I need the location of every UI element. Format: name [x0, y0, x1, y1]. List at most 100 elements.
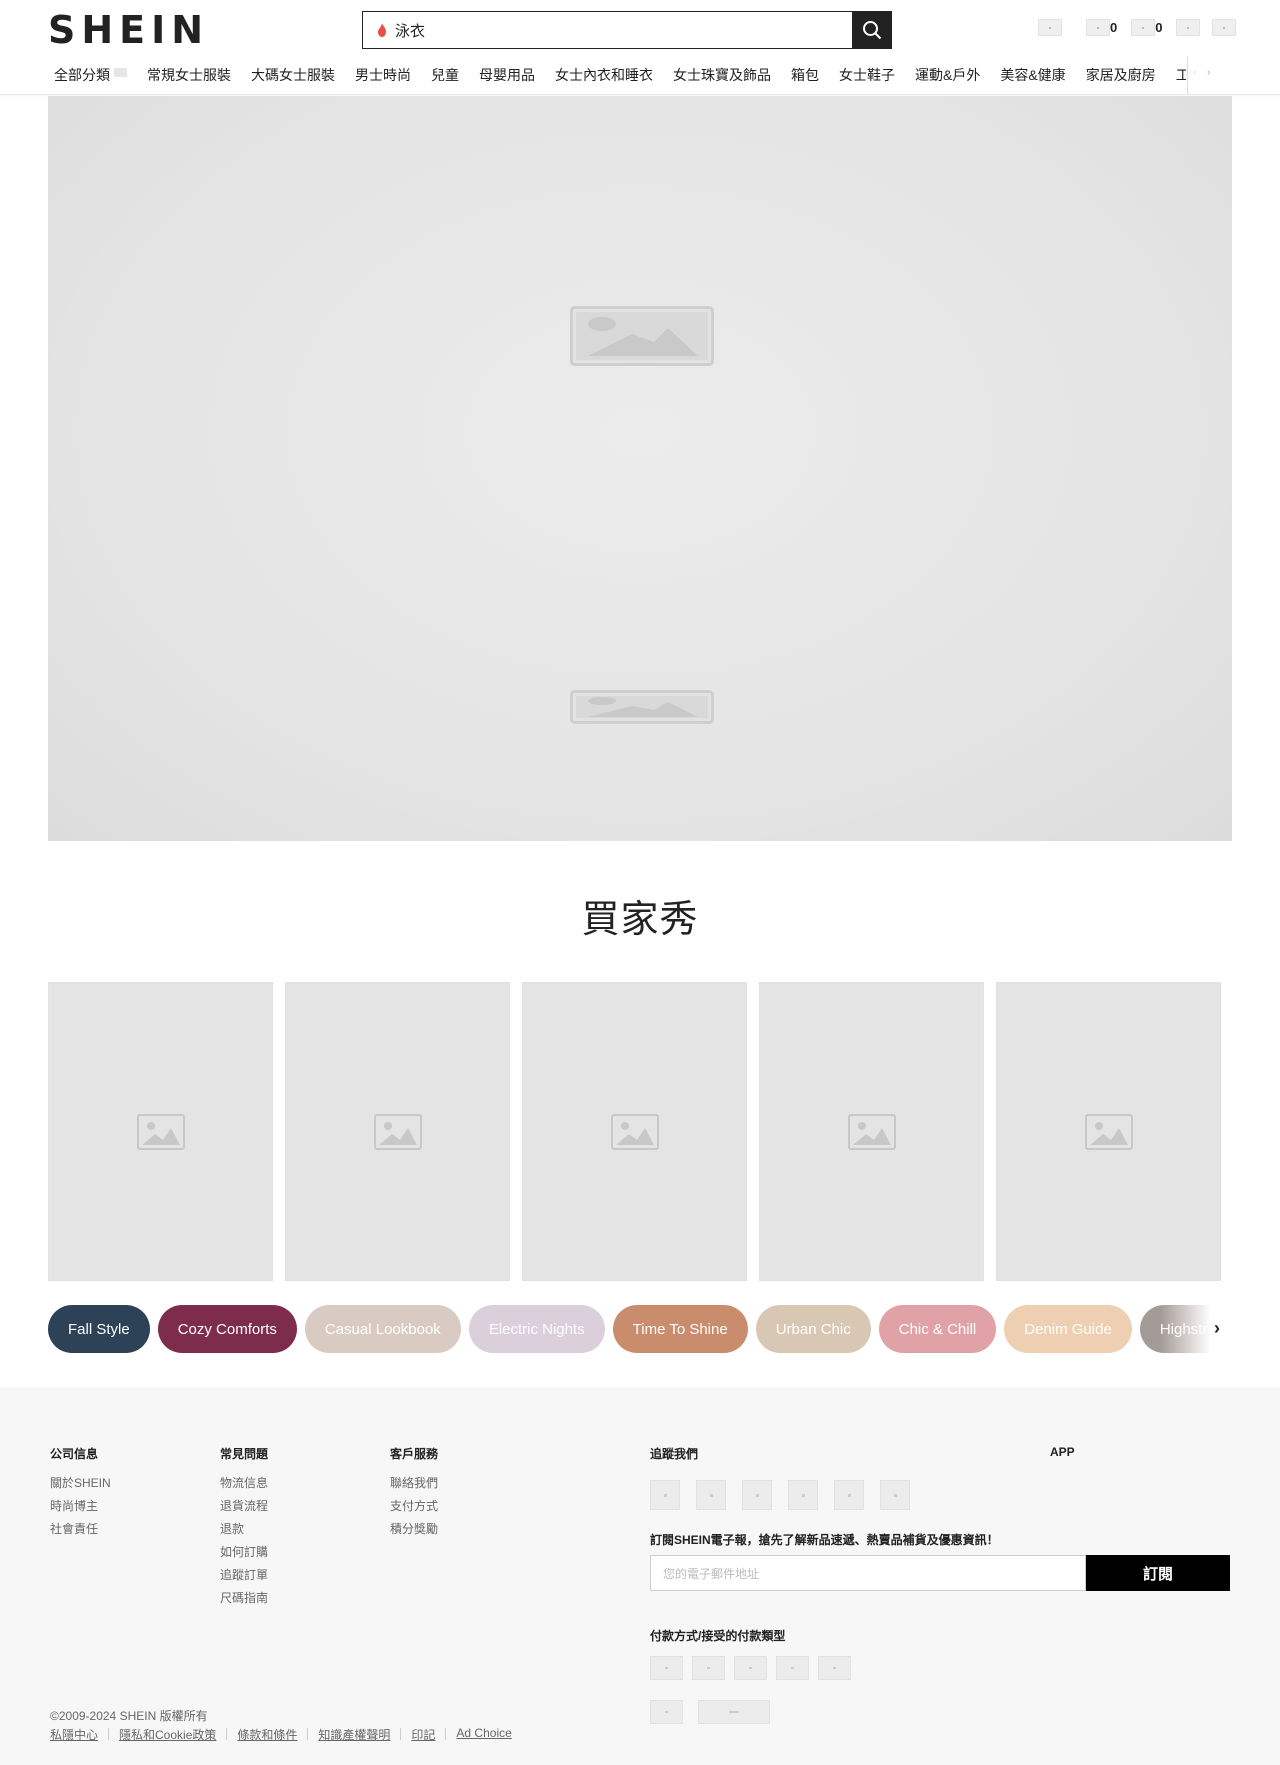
flag-icon [114, 68, 127, 77]
user-icon[interactable] [1038, 18, 1062, 36]
nav-item[interactable]: 女士鞋子 [839, 65, 895, 85]
buyer-show-title: 買家秀 [581, 899, 699, 941]
site-footer: 公司信息 關於SHEIN 時尚博主 社會責任 常見問題 物流信息 退貨流程 退款… [0, 1387, 1280, 1765]
footer-company: 公司信息 關於SHEIN 時尚博主 社會責任 [50, 1445, 111, 1541]
visa-icon [650, 1656, 683, 1680]
nav-item[interactable]: 男士時尚 [355, 65, 411, 85]
style-tag-pill[interactable]: Casual Lookbook [304, 1305, 461, 1353]
instagram-icon[interactable] [696, 1480, 726, 1510]
globe-icon[interactable] [1176, 18, 1201, 36]
nav-item[interactable]: 工具 & 家裝 [1176, 65, 1186, 85]
nav-item[interactable]: 大碼女士服裝 [251, 65, 335, 85]
youtube-icon[interactable] [788, 1480, 818, 1510]
tiktok-icon[interactable] [880, 1480, 910, 1510]
divider [307, 1728, 309, 1740]
style-tag-pill[interactable]: Chic & Chill [878, 1305, 997, 1353]
footer-heading: 公司信息 [50, 1447, 99, 1461]
legal-link[interactable]: 私隱中心 [50, 1726, 98, 1743]
nav-item[interactable]: 女士珠寶及飾品 [673, 65, 771, 85]
buyer-show-card[interactable] [759, 982, 984, 1281]
search-input[interactable]: 泳衣 [395, 20, 852, 41]
nav-item[interactable]: 常規女士服裝 [147, 65, 231, 85]
style-tag-pill[interactable]: Electric Nights [468, 1305, 605, 1353]
nav-item[interactable]: 女士內衣和睡衣 [555, 65, 653, 85]
subscribe-button[interactable]: 訂閱 [1086, 1555, 1230, 1591]
legal-link[interactable]: 印記 [411, 1726, 435, 1743]
nav-item[interactable]: 美容&健康 [1000, 65, 1065, 85]
category-nav: 全部分類 常規女士服裝 大碼女士服裝 男士時尚 兒童 母嬰用品 女士內衣和睡衣 … [46, 64, 1186, 86]
footer-link[interactable]: 物流信息 [220, 1472, 268, 1495]
footer-link[interactable]: 退貨流程 [220, 1495, 268, 1518]
nav-item-all[interactable]: 全部分類 [54, 65, 127, 85]
social-icons [650, 1480, 910, 1510]
buyer-show-card[interactable] [285, 982, 510, 1281]
footer-link[interactable]: 退款 [220, 1518, 268, 1541]
footer-link[interactable]: 聯絡我們 [390, 1472, 438, 1495]
search-button[interactable] [852, 11, 892, 49]
jcb-icon [650, 1700, 683, 1724]
legal-link[interactable]: Ad Choice [456, 1726, 511, 1743]
image-placeholder-icon [848, 1114, 896, 1150]
style-tag-pill[interactable]: Urban Chic [755, 1305, 871, 1353]
nav-next-icon[interactable]: › [1207, 67, 1210, 78]
footer-link[interactable]: 尺碼指南 [220, 1587, 268, 1610]
email-field[interactable]: 您的電子郵件地址 [650, 1555, 1086, 1591]
nav-prev-icon[interactable]: ‹ [1193, 67, 1196, 78]
bag-icon[interactable] [1086, 18, 1110, 36]
nav-item[interactable]: 箱包 [791, 65, 819, 85]
wishlist-icon[interactable] [1131, 18, 1156, 36]
app-heading: APP [1050, 1445, 1075, 1459]
legal-link[interactable]: 條款和條件 [237, 1726, 297, 1743]
buyer-show-cards [48, 982, 1221, 1281]
style-tag-pill[interactable]: Time To Shine [612, 1305, 748, 1353]
site-header: SHEIN 泳衣 0 0 全部分類 常規女士服裝 大碼女士服裝 男士時尚 兒童 … [0, 0, 1280, 95]
footer-link[interactable]: 社會責任 [50, 1518, 111, 1541]
footer-service: 客戶服務 聯絡我們 支付方式 積分獎勵 [390, 1445, 438, 1541]
image-placeholder-icon [570, 690, 714, 724]
mastercard-icon [692, 1656, 725, 1680]
wishlist-count: 0 [1155, 19, 1163, 35]
image-placeholder-icon [1085, 1114, 1133, 1150]
divider [445, 1728, 447, 1740]
header-icons: 0 0 [1038, 16, 1237, 38]
nav-item[interactable]: 兒童 [431, 65, 459, 85]
footer-faq: 常見問題 物流信息 退貨流程 退款 如何訂購 追蹤訂單 尺碼指南 [220, 1445, 268, 1610]
nav-item[interactable]: 家居及廚房 [1086, 65, 1156, 85]
amex-icon [734, 1656, 767, 1680]
buyer-show-card[interactable] [522, 982, 747, 1281]
image-placeholder-icon [137, 1114, 185, 1150]
twitter-icon[interactable] [742, 1480, 772, 1510]
footer-link[interactable]: 如何訂購 [220, 1541, 268, 1564]
shein-logo[interactable]: SHEIN [48, 8, 209, 52]
legal-link[interactable]: 知識產權聲明 [318, 1726, 390, 1743]
footer-link[interactable]: 時尚博主 [50, 1495, 111, 1518]
footer-link[interactable]: 積分獎勵 [390, 1518, 438, 1541]
footer-link[interactable]: 關於SHEIN [50, 1472, 111, 1495]
style-tag-pill[interactable]: Cozy Comforts [157, 1305, 297, 1353]
payment-heading: 付款方式/接受的付款類型 [650, 1629, 786, 1643]
afterpay-icon [698, 1700, 770, 1724]
style-tag-pill[interactable]: Fall Style [48, 1305, 150, 1353]
footer-link[interactable]: 支付方式 [390, 1495, 438, 1518]
paypal-icon [776, 1656, 809, 1680]
pinterest-icon[interactable] [834, 1480, 864, 1510]
footer-link[interactable]: 追蹤訂單 [220, 1564, 268, 1587]
buyer-show-card[interactable] [996, 982, 1221, 1281]
buyer-show-card[interactable] [48, 982, 273, 1281]
payment-icons [650, 1656, 851, 1680]
image-placeholder-icon [611, 1114, 659, 1150]
copyright: ©2009-2024 SHEIN 版權所有 [50, 1709, 208, 1723]
search-bar[interactable]: 泳衣 [362, 11, 892, 49]
nav-item[interactable]: 母嬰用品 [479, 65, 535, 85]
pills-next-icon[interactable]: › [1214, 1318, 1220, 1339]
help-icon[interactable] [1212, 18, 1237, 36]
divider [400, 1728, 402, 1740]
style-tag-pill[interactable]: Denim Guide [1004, 1305, 1132, 1353]
search-icon [863, 21, 882, 40]
facebook-icon[interactable] [650, 1480, 680, 1510]
legal-links: 私隱中心 隱私和Cookie政策 條款和條件 知識產權聲明 印記 Ad Choi… [50, 1726, 512, 1743]
pills-fade [1160, 1305, 1232, 1353]
legal-link[interactable]: 隱私和Cookie政策 [119, 1726, 216, 1743]
hero-banner[interactable] [48, 96, 1232, 841]
nav-item[interactable]: 運動&戶外 [915, 65, 980, 85]
